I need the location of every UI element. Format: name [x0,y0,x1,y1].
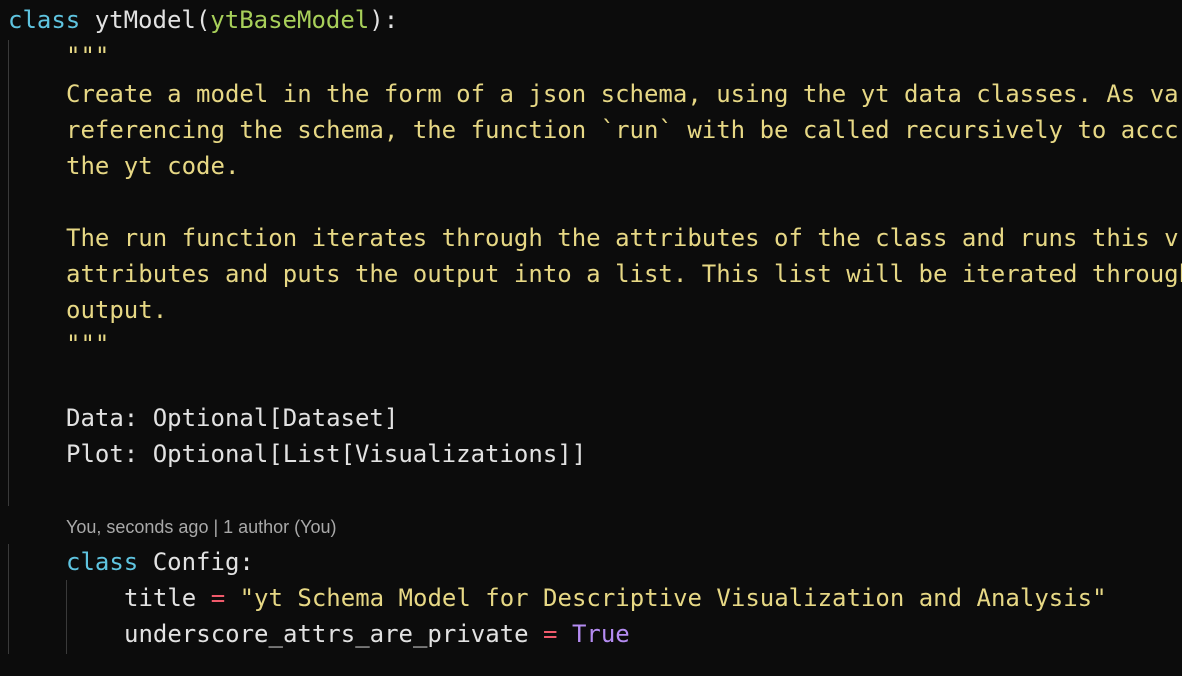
code-editor[interactable]: class ytModel(ytBaseModel): """ Create a… [0,0,1182,676]
docstring-line: Create a model in the form of a json sch… [66,80,1179,108]
docstring-line: the yt code. [66,152,240,180]
operator: = [528,620,572,648]
keyword: class [66,548,139,576]
string-value: "yt Schema Model for Descriptive Visuali… [239,584,1107,612]
indent-guide [8,544,9,654]
field-data: Data: Optional[Dataset] [66,404,399,432]
codelens-blame[interactable]: You, seconds ago | 1 author (You) [66,513,337,541]
code-line-private: underscore_attrs_are_private = True [124,616,630,652]
indent-guide [66,580,67,654]
code-line-title: title = "yt Schema Model for Descriptive… [124,580,1107,616]
keyword: class [8,6,81,34]
code-line-config-def: class Config: [66,544,254,580]
class-name: Config: [138,548,254,576]
docstring-close: """ [66,330,110,358]
docstring-line: The run function iterates through the at… [66,224,1179,252]
field-plot: Plot: Optional[List[Visualizations]] [66,440,587,468]
code-line-class-def: class ytModel(ytBaseModel): [8,2,398,38]
base-class: ytBaseModel [210,6,370,34]
docstring-line: output. [66,296,168,324]
docstring-open: """ [66,42,110,70]
constant-value: True [571,620,630,648]
attribute-name: title [124,584,197,612]
attribute-name: underscore_attrs_are_private [124,620,529,648]
indent-guide [8,40,9,506]
docstring-line: referencing the schema, the function `ru… [66,116,1179,144]
operator: = [196,584,240,612]
class-name: ytModel( [80,6,211,34]
docstring-line: attributes and puts the output into a li… [66,260,1182,288]
punctuation: ): [369,6,399,34]
